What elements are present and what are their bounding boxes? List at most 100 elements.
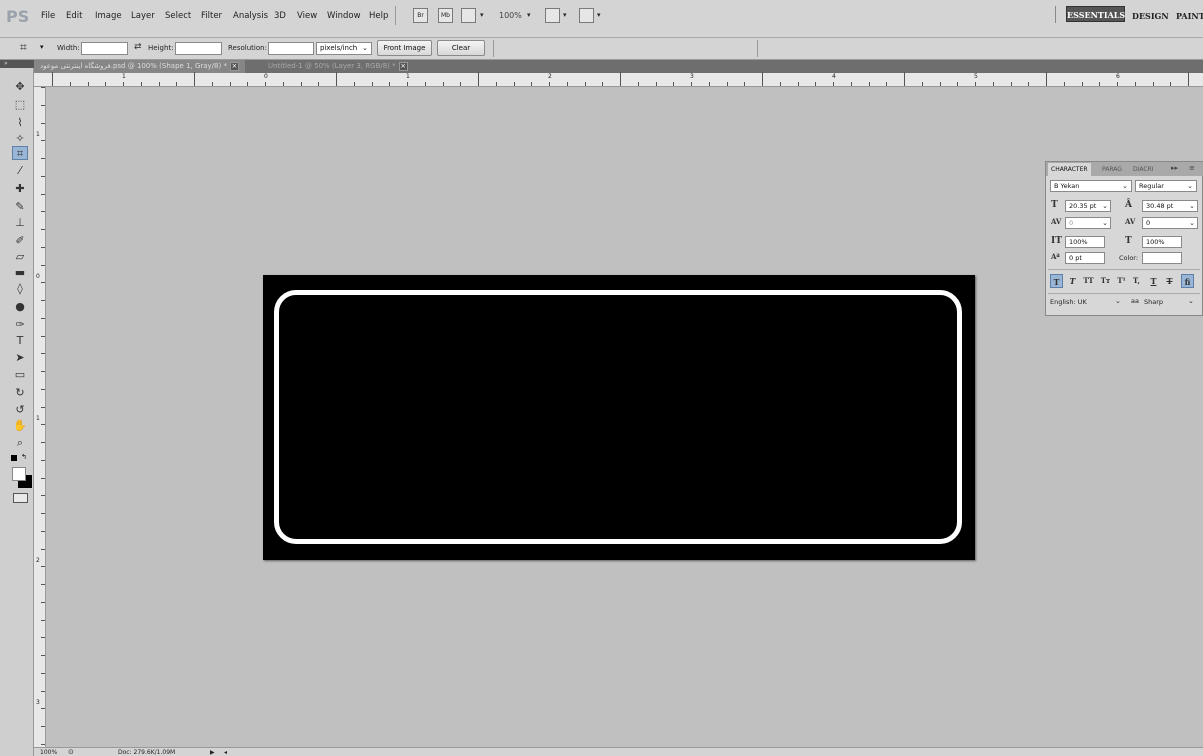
faux-italic-icon[interactable]: T [1066,274,1079,288]
lasso-tool-icon[interactable]: ⌇ [12,116,28,130]
toolbox-collapse-icon[interactable]: » [0,60,34,68]
language-select[interactable]: English: UK [1050,298,1087,306]
menu-layer[interactable]: Layer [131,11,155,21]
crop-tool-icon[interactable]: ⌗ [20,40,27,55]
menu-view[interactable]: View [297,11,317,21]
dodge-tool-icon[interactable]: ● [12,300,28,314]
menu-help[interactable]: Help [369,11,388,21]
panel-menu-icon[interactable]: ≡ [1189,164,1195,172]
faux-bold-icon[interactable]: T [1050,274,1063,288]
eraser-tool-icon[interactable]: ▱ [12,250,28,264]
menu-image[interactable]: Image [95,11,122,21]
move-tool-icon[interactable]: ✥ [12,80,28,94]
tab-diacritics[interactable]: DIACRI [1130,163,1157,176]
view-extras-icon[interactable] [461,8,476,23]
kerning-field[interactable]: 0 ⌄ [1065,217,1111,229]
font-family-select[interactable]: B Yekan ⌄ [1050,180,1132,192]
close-icon[interactable]: × [398,62,408,71]
quick-mask-icon[interactable] [13,493,28,503]
chevron-down-icon[interactable]: ▾ [563,11,567,19]
healing-brush-tool-icon[interactable]: ✚ [12,182,28,196]
type-tool-icon[interactable]: T [12,334,28,348]
menu-select[interactable]: Select [165,11,191,21]
blur-tool-icon[interactable]: ◊ [12,282,28,296]
small-caps-icon[interactable]: Tт [1099,274,1112,288]
tab-document-2[interactable]: Untitled-1 @ 50% (Layer 3, RGB/8) * × [262,60,414,73]
bridge-icon[interactable]: Br [413,8,428,23]
swap-arrows-icon[interactable]: ⇄ [134,42,142,52]
workspace-essentials[interactable]: ESSENTIALS [1066,6,1125,22]
strikethrough-icon[interactable]: T [1163,274,1176,288]
hand-tool-icon[interactable]: ✋ [12,419,28,433]
all-caps-icon[interactable]: TT [1082,274,1095,288]
antialias-select[interactable]: Sharp [1144,298,1163,306]
chevron-down-icon[interactable]: ▾ [597,11,601,19]
tab-paragraph[interactable]: PARAG [1099,163,1125,176]
status-zoom[interactable]: 100% [40,748,57,756]
font-size-field[interactable]: 20.35 pt ⌄ [1065,200,1111,212]
horizontal-ruler[interactable]: 1 0 1 2 3 4 5 6 [34,72,1203,87]
clear-button[interactable]: Clear [437,40,485,56]
front-image-button[interactable]: Front Image [377,40,432,56]
stamp-tool-icon[interactable]: ⊥ [12,216,28,230]
shape-tool-icon[interactable]: ▭ [12,368,28,382]
menu-3d[interactable]: 3D [274,11,286,21]
path-selection-tool-icon[interactable]: ➤ [12,351,28,365]
text-color-swatch[interactable] [1142,252,1182,264]
screen-mode-icon[interactable] [579,8,594,23]
height-input[interactable] [175,42,222,55]
chevron-down-icon[interactable]: ▾ [527,11,531,19]
status-menu-arrow-icon[interactable]: ▶ [210,748,215,756]
underline-icon[interactable]: T [1147,274,1160,288]
workspace-painting[interactable]: PAINT [1176,11,1203,21]
zoom-level-menu[interactable]: 100% [499,11,522,20]
chevron-down-icon[interactable]: ▾ [480,11,484,19]
swap-colors-icon[interactable]: ↰ [21,453,27,461]
menu-window[interactable]: Window [327,11,361,21]
superscript-icon[interactable]: T¹ [1115,274,1128,288]
gradient-tool-icon[interactable]: ▬ [12,266,28,280]
menu-analysis[interactable]: Analysis [233,11,268,21]
chevron-down-icon[interactable]: ▾ [40,43,44,51]
tracking-field[interactable]: 0 ⌄ [1142,217,1198,229]
pen-tool-icon[interactable]: ✑ [12,318,28,332]
width-input[interactable] [81,42,128,55]
leading-field[interactable]: 30.48 pt ⌄ [1142,200,1198,212]
close-icon[interactable]: × [229,62,239,71]
menu-filter[interactable]: Filter [201,11,222,21]
vertical-ruler[interactable]: 1 0 1 2 3 [34,87,46,747]
document-canvas[interactable] [263,275,975,560]
subscript-icon[interactable]: T, [1130,274,1143,288]
baseline-shift-field[interactable]: 0 pt [1065,252,1105,264]
horizontal-scale-field[interactable]: 100% [1142,236,1182,248]
vertical-scale-field[interactable]: 100% [1065,236,1105,248]
font-style-select[interactable]: Regular ⌄ [1135,180,1197,192]
brush-tool-icon[interactable]: ✎ [12,200,28,214]
eyedropper-tool-icon[interactable]: ⁄ [12,164,28,178]
chevron-down-icon[interactable]: ⌄ [1188,297,1194,305]
collapse-panel-icon[interactable]: ▸▸ [1171,164,1178,172]
arrange-documents-icon[interactable] [545,8,560,23]
crop-tool-icon[interactable]: ⌗ [12,146,28,160]
foreground-color-swatch[interactable] [12,467,26,481]
mini-bridge-icon[interactable]: Mb [438,8,453,23]
tab-document-1[interactable]: فروشگاه اینترنتی موعود.psd @ 100% (Shape… [34,60,245,73]
default-colors-icon[interactable] [11,455,17,461]
marquee-tool-icon[interactable]: ⬚ [12,98,28,112]
zoom-tool-icon[interactable]: ⌕ [12,436,28,450]
ligature-icon[interactable]: fi [1181,274,1194,288]
resolution-units-select[interactable]: pixels/inch ⌄ [316,42,372,55]
3d-rotate-tool-icon[interactable]: ↻ [12,386,28,400]
menu-file[interactable]: File [41,11,55,21]
ruler-tick [691,82,692,86]
menu-edit[interactable]: Edit [66,11,82,21]
scroll-left-icon[interactable]: ◂ [224,748,227,756]
workspace-design[interactable]: DESIGN [1132,11,1169,21]
history-brush-tool-icon[interactable]: ✐ [12,234,28,248]
tab-character[interactable]: CHARACTER [1048,163,1091,176]
quick-select-tool-icon[interactable]: ✧ [12,132,28,146]
3d-orbit-tool-icon[interactable]: ↺ [12,403,28,417]
chevron-down-icon[interactable]: ⌄ [1115,297,1121,305]
resolution-input[interactable] [268,42,314,55]
rounded-frame-shape[interactable] [274,290,962,544]
